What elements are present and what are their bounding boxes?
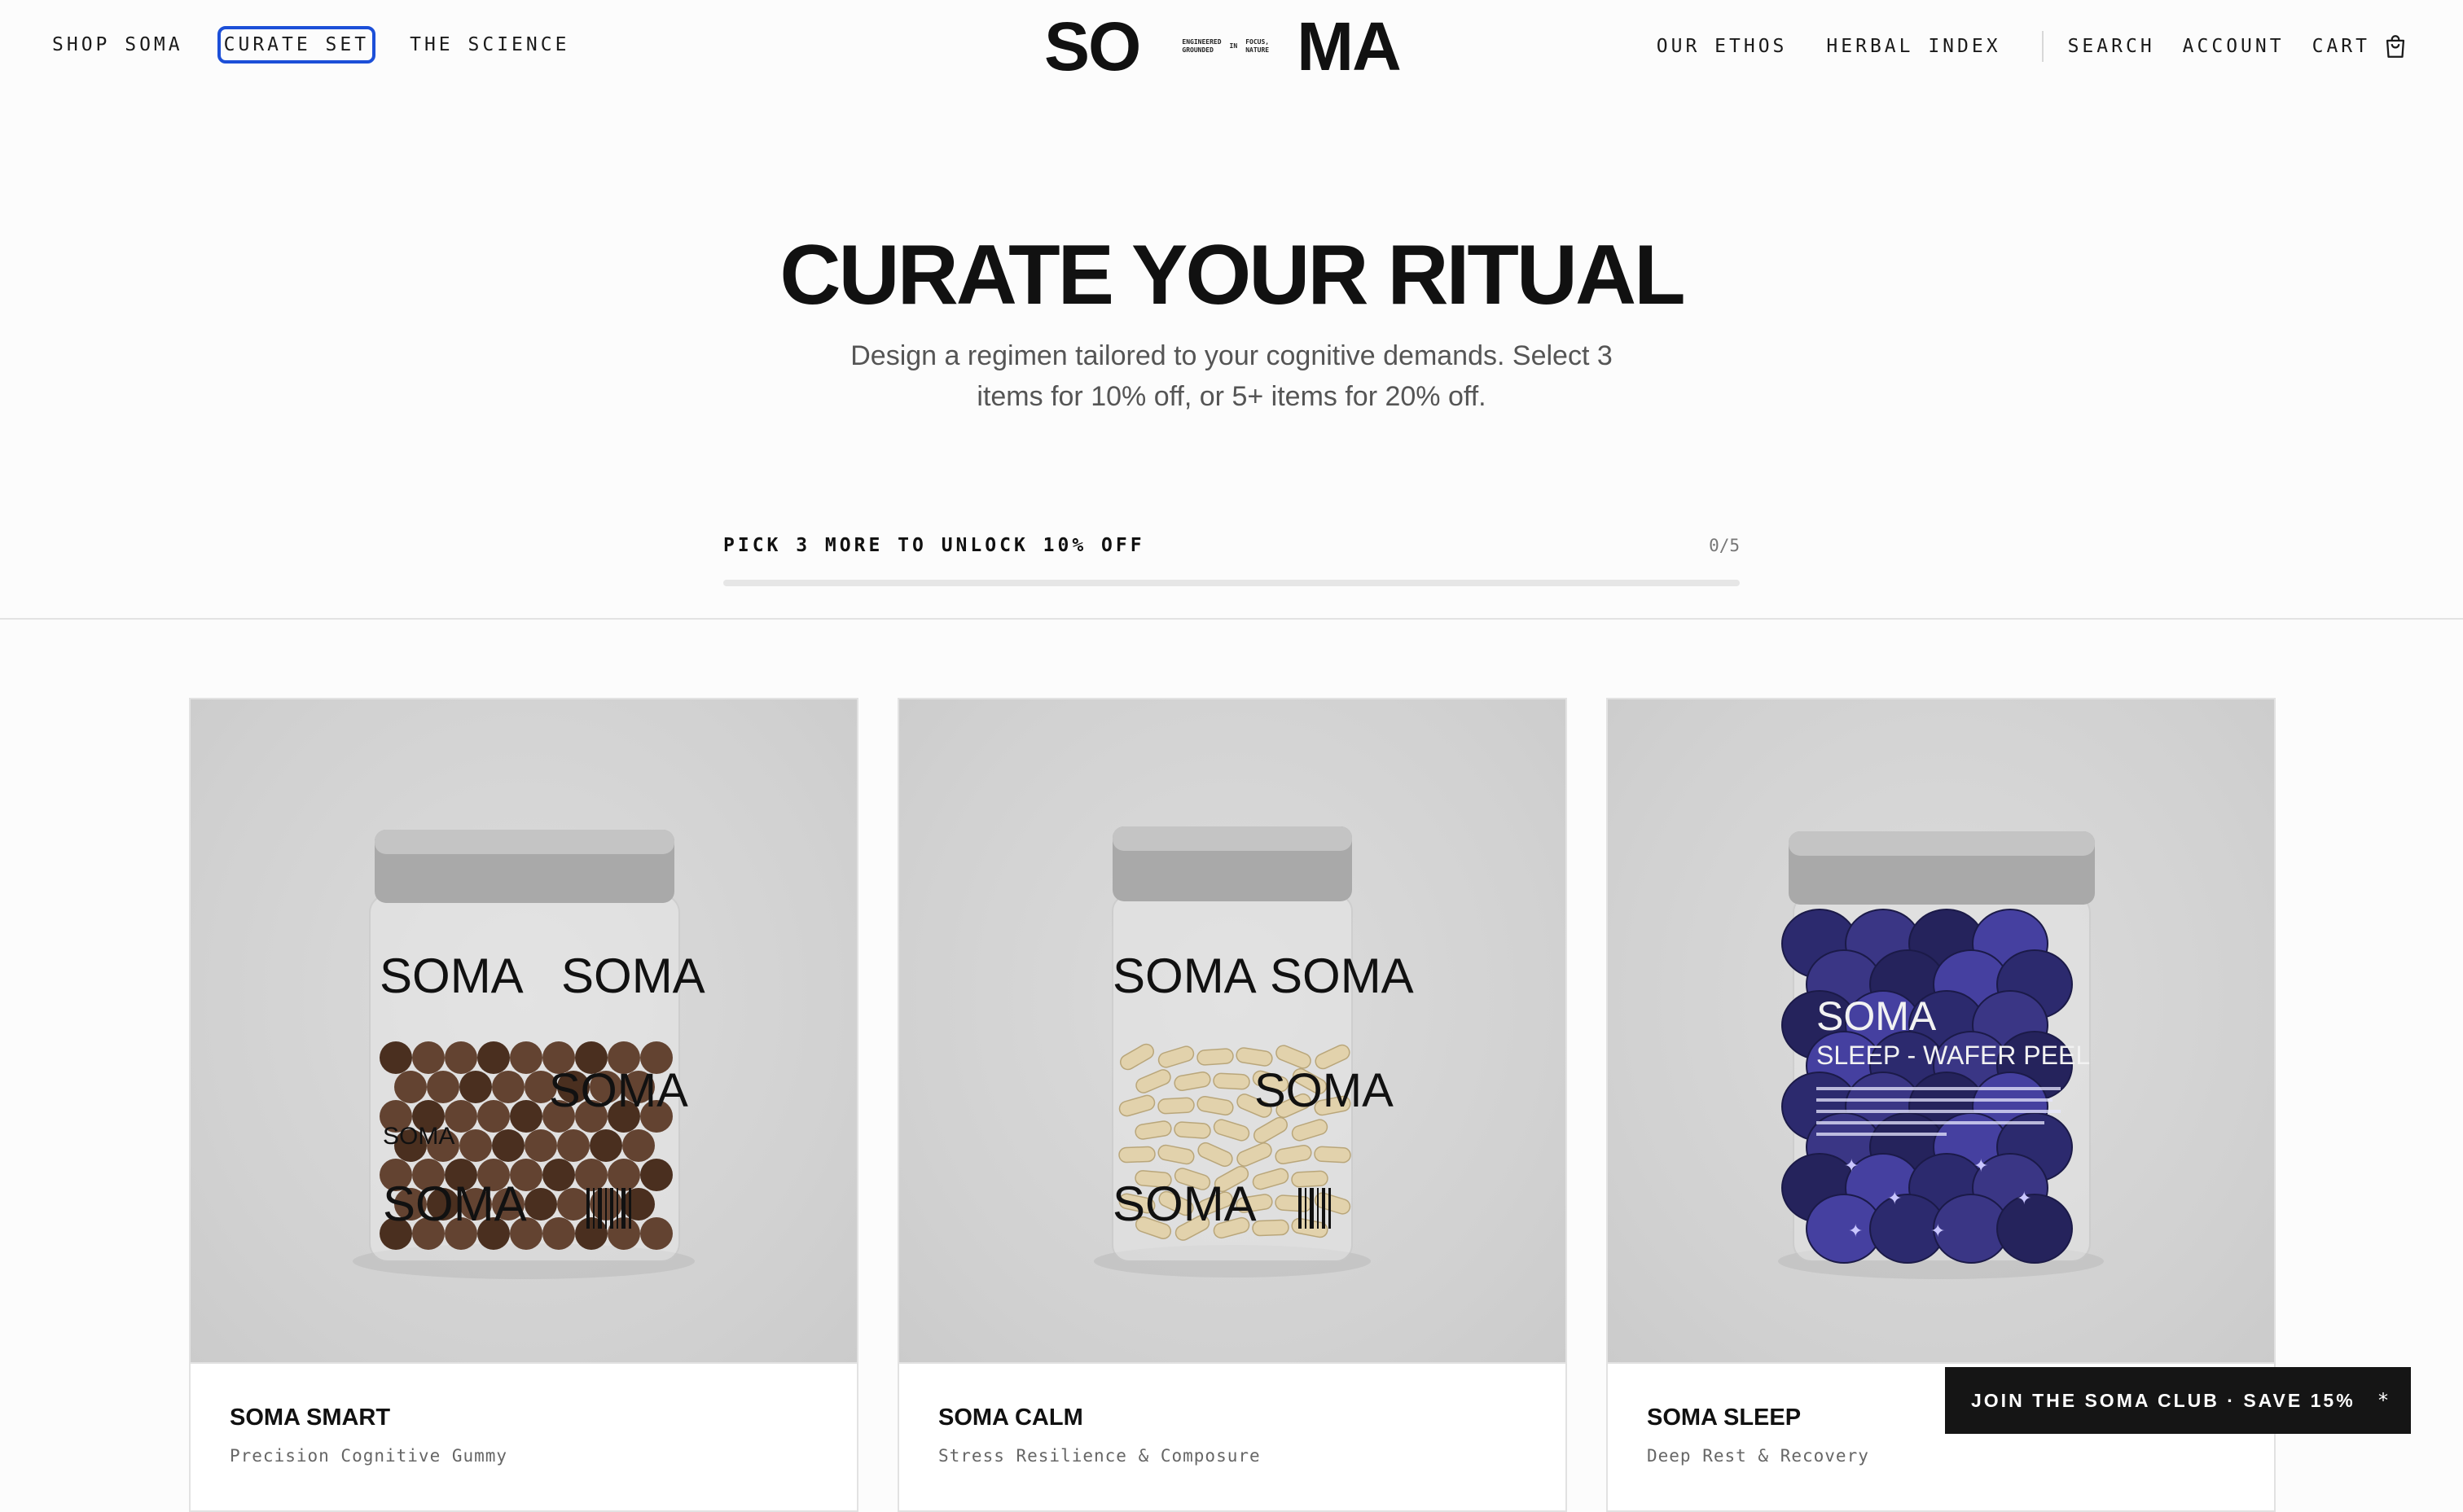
- product-info: SOMA SMART Precision Cognitive Gummy: [191, 1364, 857, 1466]
- club-label: JOIN THE SOMA CLUB · SAVE 15%: [1971, 1389, 2355, 1411]
- brand-logo[interactable]: SO ENGINEERED GROUNDED IN FOCUS, NATURE …: [1044, 8, 1402, 85]
- asterisk-icon: *: [2378, 1389, 2388, 1412]
- logo-tag-text: IN: [1229, 42, 1238, 50]
- logo-tag-col1: ENGINEERED GROUNDED: [1182, 38, 1221, 55]
- utility-nav: OUR ETHOS HERBAL INDEX SEARCH ACCOUNT CA…: [1657, 31, 2409, 62]
- nav-curate-set[interactable]: CURATE SET: [217, 26, 376, 64]
- logo-tag-text: NATURE: [1245, 46, 1270, 54]
- svg-text:✦: ✦: [1930, 1221, 1945, 1241]
- progress-count: 0/5: [1709, 536, 1740, 555]
- logo-tagline: ENGINEERED GROUNDED IN FOCUS, NATURE: [1182, 38, 1269, 55]
- svg-text:✦: ✦: [1887, 1188, 1902, 1208]
- jar-text: SOMA: [1113, 1177, 1257, 1231]
- nav-our-ethos[interactable]: OUR ETHOS: [1657, 33, 1788, 60]
- svg-text:✦: ✦: [2017, 1188, 2031, 1208]
- jar-text: SOMA: [383, 1123, 454, 1150]
- product-tagline: Stress Resilience & Composure: [938, 1446, 1261, 1466]
- jar-text: SOMA: [1254, 1064, 1394, 1117]
- nav-herbal-index[interactable]: HERBAL INDEX: [1826, 33, 2000, 60]
- jar-text: SOMA: [1816, 993, 1937, 1039]
- account-nav: SEARCH ACCOUNT CART: [2068, 33, 2409, 60]
- svg-text:✦: ✦: [1844, 1155, 1859, 1176]
- logo-tag-col3: FOCUS, NATURE: [1245, 38, 1269, 55]
- jar-illustration: SOMA SOMA SOMA SOMA: [1094, 826, 1414, 1278]
- product-image: ✦ ✦ ✦ ✦ ✦ ✦ SOMA SLEEP - WAFER PEEL: [1608, 699, 2274, 1364]
- logo-tag-text: FOCUS,: [1245, 38, 1270, 46]
- jar-text: SOMA: [561, 949, 705, 1003]
- nav-divider: [2041, 31, 2044, 62]
- jar-text: SOMA: [380, 949, 524, 1003]
- page-subtitle: Design a regimen tailored to your cognit…: [850, 340, 1613, 412]
- product-name: SOMA CALM: [938, 1405, 1083, 1431]
- progress-header: PICK 3 MORE TO UNLOCK 10% OFF 0/5: [723, 529, 1740, 562]
- product-name: SOMA SMART: [230, 1405, 391, 1431]
- logo-right: MA: [1297, 8, 1402, 85]
- shopping-bag-icon: [2386, 35, 2405, 58]
- join-club-banner[interactable]: JOIN THE SOMA CLUB · SAVE 15% *: [1945, 1367, 2411, 1434]
- product-card-soma-smart[interactable]: SOMA SOMA SOMA SOMA SOMA SOMA SMART Prec…: [189, 698, 858, 1512]
- secondary-nav: OUR ETHOS HERBAL INDEX: [1657, 33, 2001, 60]
- section-divider: [0, 618, 2463, 620]
- product-image: SOMA SOMA SOMA SOMA SOMA: [191, 699, 857, 1364]
- search-link[interactable]: SEARCH: [2068, 33, 2155, 60]
- product-card-soma-calm[interactable]: SOMA SOMA SOMA SOMA SOMA CALM Stress Res…: [898, 698, 1567, 1512]
- jar-text: SOMA: [549, 1064, 688, 1117]
- svg-text:✦: ✦: [1848, 1221, 1863, 1241]
- progress-track: [723, 580, 1740, 586]
- product-tagline: Precision Cognitive Gummy: [230, 1446, 508, 1466]
- jar-illustration: ✦ ✦ ✦ ✦ ✦ ✦ SOMA SLEEP - WAFER PEEL: [1778, 831, 2104, 1279]
- account-link[interactable]: ACCOUNT: [2183, 33, 2285, 60]
- nav-shop-soma[interactable]: SHOP SOMA: [52, 31, 183, 59]
- jar-text: SOMA: [1113, 949, 1257, 1003]
- product-image: SOMA SOMA SOMA SOMA: [899, 699, 1565, 1364]
- progress-label: PICK 3 MORE TO UNLOCK 10% OFF: [723, 535, 1145, 556]
- primary-nav: SHOP SOMA CURATE SET THE SCIENCE: [52, 26, 569, 64]
- logo-tag-text: GROUNDED: [1182, 46, 1214, 54]
- jar-text: SOMA: [383, 1177, 527, 1231]
- logo-tag-col2: IN: [1230, 38, 1238, 55]
- page-title: CURATE YOUR RITUAL: [779, 228, 1685, 322]
- cart-button[interactable]: CART: [2312, 33, 2409, 60]
- site-header: SHOP SOMA CURATE SET THE SCIENCE SO ENGI…: [0, 0, 2463, 91]
- logo-tag-text: ENGINEERED: [1182, 38, 1222, 46]
- jar-text: SLEEP - WAFER PEEL: [1816, 1041, 2090, 1070]
- nav-the-science[interactable]: THE SCIENCE: [410, 31, 569, 59]
- product-info: SOMA CALM Stress Resilience & Composure: [899, 1364, 1565, 1466]
- bundle-progress: PICK 3 MORE TO UNLOCK 10% OFF 0/5: [723, 529, 1740, 586]
- jar-illustration: SOMA SOMA SOMA SOMA SOMA: [353, 830, 705, 1279]
- product-tagline: Deep Rest & Recovery: [1647, 1446, 1869, 1466]
- logo-left: SO: [1044, 8, 1141, 85]
- cart-label: CART: [2312, 36, 2370, 57]
- svg-text:✦: ✦: [1973, 1155, 1988, 1176]
- jar-text: SOMA: [1270, 949, 1414, 1003]
